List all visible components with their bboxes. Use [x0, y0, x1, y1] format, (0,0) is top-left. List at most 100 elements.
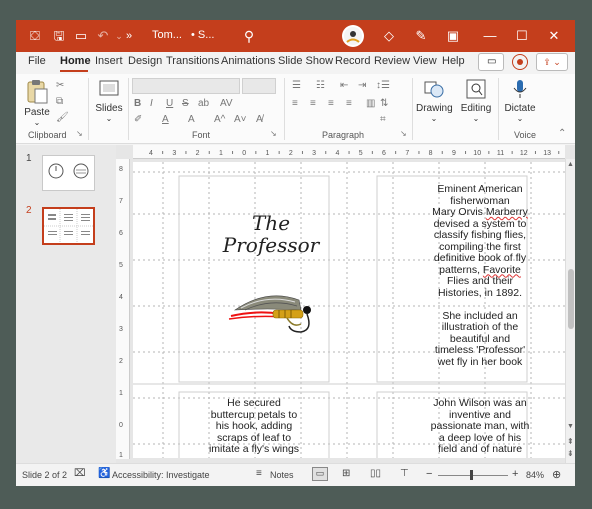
align-center-icon[interactable]: ≡	[310, 98, 316, 109]
highlight-icon[interactable]: ✐	[134, 114, 142, 125]
zoom-out-button[interactable]: −	[426, 468, 432, 480]
tab-animations[interactable]: Animations	[221, 55, 275, 67]
fit-to-window-icon[interactable]: ⊕	[552, 468, 561, 481]
scrollbar-thumb[interactable]	[568, 269, 574, 329]
close-button[interactable]: ✕	[539, 24, 569, 48]
pen-icon[interactable]: ✎	[412, 27, 430, 45]
notes-button[interactable]: Notes	[270, 470, 294, 480]
comments-button[interactable]: ▭	[478, 53, 504, 71]
spelling-check-icon[interactable]: ⌧	[74, 468, 86, 479]
more-commands-icon[interactable]: »	[120, 27, 138, 45]
smartart-icon[interactable]: ⌗	[380, 114, 386, 125]
diamond-icon[interactable]: ◇	[380, 27, 398, 45]
columns-icon[interactable]: ▥	[366, 98, 375, 109]
numbering-icon[interactable]: ☷	[316, 80, 325, 91]
document-title[interactable]: Tom... • S...	[152, 29, 214, 41]
decrease-font-button[interactable]: A˅	[234, 114, 247, 125]
search-icon[interactable]: ⚲	[240, 27, 258, 45]
ribbon-display-icon[interactable]: ▣	[444, 27, 462, 45]
zoom-level[interactable]: 84%	[526, 470, 544, 480]
line-spacing-icon[interactable]: ↕☰	[376, 80, 390, 91]
slide-thumbnail-2[interactable]	[42, 207, 95, 245]
tab-insert[interactable]: Insert	[95, 55, 123, 67]
slide-sorter-icon[interactable]: ⊞	[342, 468, 350, 479]
dictate-button[interactable]: Dictate ⌄	[502, 78, 538, 123]
tab-slide-show[interactable]: Slide Show	[278, 55, 333, 67]
clear-formatting-icon[interactable]: A̸	[256, 114, 263, 125]
save-icon[interactable]: 🖫	[50, 27, 68, 45]
minimize-button[interactable]: —	[475, 24, 505, 48]
drawing-dropdown-icon[interactable]: ⌄	[416, 114, 452, 123]
tab-transitions[interactable]: Transitions	[166, 55, 219, 67]
tab-record[interactable]: Record	[335, 55, 370, 67]
notes-icon[interactable]: ≡	[256, 468, 262, 479]
scroll-down-icon[interactable]: ▼	[567, 423, 574, 430]
vertical-scrollbar[interactable]: ▲ ▼ ⇞ ⇟	[565, 159, 575, 463]
drawing-button[interactable]: Drawing ⌄	[416, 78, 453, 123]
next-slide-icon[interactable]: ⇟	[567, 449, 574, 458]
cut-icon[interactable]: ✂	[56, 80, 64, 91]
slide-canvas[interactable]: The Professor Eminent American fisherwom…	[133, 162, 565, 458]
paste-button[interactable]: Paste ⌄	[22, 78, 52, 127]
previous-slide-icon[interactable]: ⇞	[567, 437, 574, 446]
character-spacing-button[interactable]: AV	[220, 98, 233, 109]
editing-dropdown-icon[interactable]: ⌄	[458, 114, 494, 123]
history-text-box[interactable]: Eminent American fisherwoman Mary Orvis …	[427, 183, 533, 368]
paste-dropdown-icon[interactable]: ⌄	[22, 118, 52, 127]
tab-help[interactable]: Help	[442, 55, 465, 67]
underline-button[interactable]: U	[166, 98, 173, 109]
bullets-icon[interactable]: ☰	[292, 80, 301, 91]
tab-review[interactable]: Review	[374, 55, 410, 67]
slides-dropdown-icon[interactable]: ⌄	[92, 114, 126, 123]
increase-font-button[interactable]: A^	[214, 114, 225, 125]
paragraph-launcher-icon[interactable]: ↘	[400, 129, 407, 138]
normal-view-button[interactable]: ▭	[312, 467, 328, 481]
maximize-button[interactable]: ☐	[507, 24, 537, 48]
tab-view[interactable]: View	[413, 55, 437, 67]
shadow-button[interactable]: ab	[198, 98, 209, 109]
accessibility-status[interactable]: Accessibility: Investigate	[112, 470, 210, 480]
justify-icon[interactable]: ≡	[346, 98, 352, 109]
presenter-icon[interactable]: ⛋	[26, 27, 44, 45]
text-direction-icon[interactable]: ⇅	[380, 98, 388, 109]
avatar[interactable]	[342, 25, 364, 47]
font-name-box[interactable]	[132, 78, 240, 94]
zoom-in-button[interactable]: +	[512, 468, 518, 480]
italic-button[interactable]: I	[150, 98, 153, 109]
accessibility-icon[interactable]: ♿	[98, 468, 110, 479]
font-color-button[interactable]: A	[162, 114, 169, 125]
change-case-button[interactable]: A	[188, 114, 195, 125]
bottom-right-text-box[interactable]: John Wilson was an inventive and passion…	[423, 397, 537, 456]
tab-design[interactable]: Design	[128, 55, 162, 67]
slideshow-icon[interactable]: ▭	[72, 27, 90, 45]
align-left-icon[interactable]: ≡	[292, 98, 298, 109]
bottom-left-text-box[interactable]: He secured buttercup petals to his hook,…	[199, 397, 309, 456]
dictate-dropdown-icon[interactable]: ⌄	[502, 114, 538, 123]
slide-thumbnail-1[interactable]	[42, 155, 95, 191]
reading-view-icon[interactable]: ▯▯	[370, 468, 381, 479]
doc-name: Tom...	[152, 29, 182, 41]
slides-button[interactable]: Slides ⌄	[92, 78, 126, 123]
format-painter-icon[interactable]: 🖌	[56, 112, 69, 123]
tab-file[interactable]: File	[28, 55, 46, 67]
tab-home[interactable]: Home	[60, 55, 91, 67]
record-button[interactable]	[512, 54, 528, 70]
clipboard-launcher-icon[interactable]: ↘	[76, 129, 83, 138]
editing-button[interactable]: Editing ⌄	[458, 78, 494, 123]
share-button[interactable]: ⇪ ⌄	[536, 53, 568, 71]
bold-button[interactable]: B	[134, 98, 141, 109]
copy-icon[interactable]: ⧉	[56, 96, 63, 107]
font-size-box[interactable]	[242, 78, 276, 94]
font-launcher-icon[interactable]: ↘	[270, 129, 277, 138]
strikethrough-button[interactable]: S	[182, 98, 189, 109]
increase-indent-icon[interactable]: ⇥	[358, 80, 366, 91]
zoom-slider[interactable]	[438, 470, 508, 480]
slide-title[interactable]: The Professor	[209, 212, 333, 256]
text-line: field and of nature	[437, 443, 523, 455]
align-right-icon[interactable]: ≡	[328, 98, 334, 109]
collapse-ribbon-icon[interactable]: ⌃	[558, 128, 566, 139]
scroll-up-icon[interactable]: ▲	[567, 161, 574, 168]
slideshow-view-icon[interactable]: ⊤	[400, 468, 409, 479]
zoom-slider-thumb[interactable]	[470, 470, 473, 480]
decrease-indent-icon[interactable]: ⇤	[340, 80, 348, 91]
